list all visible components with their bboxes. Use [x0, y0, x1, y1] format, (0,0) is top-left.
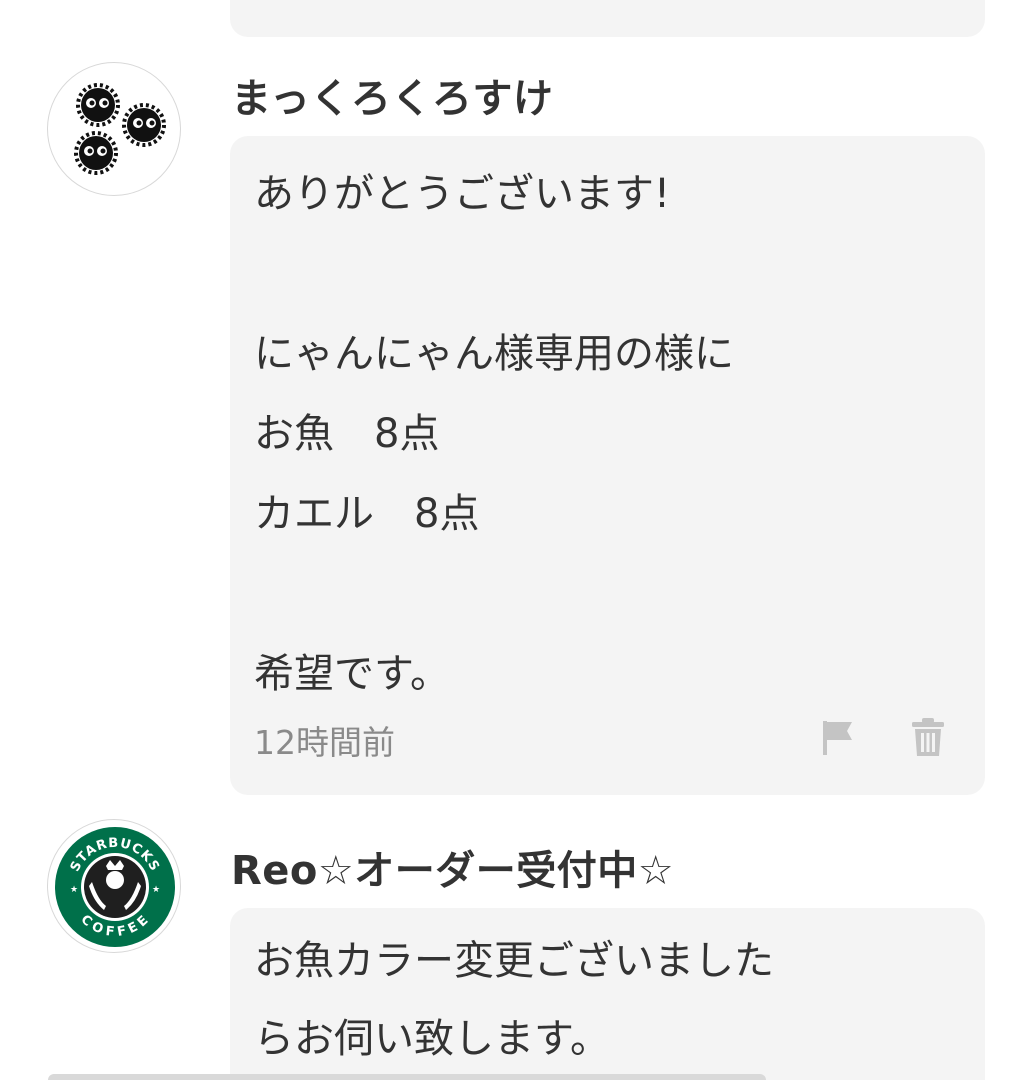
comment-thread: まっくろくろすけ ありがとうございます! にゃんにゃん様専用の様に お魚 8点 …: [0, 0, 1031, 1080]
comment-username[interactable]: まっくろくろすけ: [231, 66, 553, 124]
starbucks-logo-icon: STARBUCKS COFFEE ★ ★: [52, 824, 178, 950]
svg-text:★: ★: [70, 885, 78, 895]
previous-comment-bubble: [230, 0, 985, 37]
comment-username[interactable]: Reo☆オーダー受付中☆: [231, 838, 674, 896]
soot-sprites-icon: [74, 83, 166, 175]
bottom-input-bar[interactable]: [48, 1074, 766, 1080]
comment-bubble: お魚カラー変更ございました らお伺い致します。: [230, 908, 985, 1080]
comment-timestamp: 12時間前: [254, 723, 395, 762]
comment-bubble: ありがとうございます! にゃんにゃん様専用の様に お魚 8点 カエル 8点 希望…: [230, 136, 985, 795]
svg-text:★: ★: [152, 885, 160, 895]
flag-icon[interactable]: [820, 718, 856, 758]
comment-message: ありがとうございます! にゃんにゃん様専用の様に お魚 8点 カエル 8点 希望…: [254, 171, 734, 697]
trash-icon[interactable]: [910, 716, 946, 756]
avatar[interactable]: [47, 62, 181, 196]
comment-message: お魚カラー変更ございました らお伺い致します。: [254, 938, 774, 1062]
avatar[interactable]: STARBUCKS COFFEE ★ ★: [47, 819, 181, 953]
